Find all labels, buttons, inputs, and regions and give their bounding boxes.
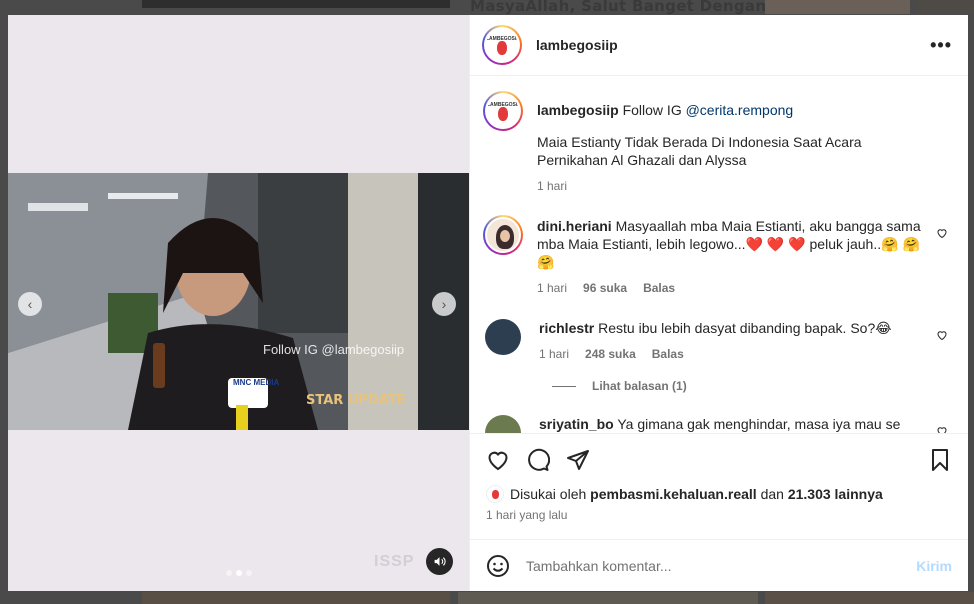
- corner-watermark: ISSP: [374, 553, 415, 570]
- comment-username[interactable]: richlestr: [539, 320, 594, 336]
- background-tile: [918, 0, 974, 14]
- post-media: ‹ › Follow IG @lambegosiip MNC MEDIA STA…: [8, 15, 469, 591]
- post-actions: Disukai oleh pembasmi.kehaluan.reall dan…: [470, 433, 968, 543]
- action-bar: [486, 446, 952, 474]
- background-headline: MasyaAllah, Salut Banget Dengan: [470, 0, 767, 15]
- comment-row: dini.heriani Masyaallah mba Maia Estiant…: [483, 215, 952, 297]
- logo-mascot: [498, 107, 508, 121]
- comment-input[interactable]: [526, 557, 917, 574]
- comment-like-icon[interactable]: [936, 227, 948, 239]
- caption-body: lambegosiip Follow IG @cerita.rempong Ma…: [537, 91, 952, 195]
- comment-bubble-icon[interactable]: [526, 448, 550, 472]
- comment-row: richlestr Restu ibu lebih dasyat dibandi…: [483, 317, 952, 363]
- likes-connector: dan: [760, 486, 784, 502]
- logo-mascot: [497, 41, 507, 55]
- slide-dot-active: [236, 570, 242, 576]
- background-tile: [458, 592, 758, 604]
- slide-dot: [246, 570, 252, 576]
- view-replies-label: Lihat balasan (1): [592, 379, 687, 393]
- comment-meta: 1 hari 96 suka Balas: [537, 279, 924, 297]
- share-paper-plane-icon[interactable]: [566, 448, 590, 472]
- speaker-icon: [434, 557, 446, 566]
- video-brand-watermark: STAR UPDATE: [306, 393, 406, 408]
- replies-divider-line: [552, 385, 576, 387]
- post-modal: ‹ › Follow IG @lambegosiip MNC MEDIA STA…: [8, 15, 968, 591]
- video-overlay-text: Follow IG @lambegosiip: [263, 342, 405, 357]
- sound-toggle-button[interactable]: [426, 548, 453, 575]
- comment-likes[interactable]: 248 suka: [585, 345, 636, 363]
- caption-text: Maia Estianty Tidak Berada Di Indonesia …: [537, 134, 862, 168]
- mic-logo-label: MNC MEDIA: [233, 378, 280, 387]
- commenter-avatar[interactable]: [483, 215, 523, 255]
- caption-time: 1 hari: [537, 179, 568, 193]
- view-replies-button[interactable]: Lihat balasan (1): [552, 379, 952, 393]
- post-header: LAMBEGOSIIP lambegosiip •••: [470, 15, 968, 76]
- chevron-right-icon: ›: [441, 296, 447, 312]
- author-avatar[interactable]: LAMBEGOSIIP: [482, 25, 522, 65]
- emoji-icon[interactable]: [486, 554, 510, 578]
- like-heart-icon[interactable]: [486, 448, 510, 472]
- caption-row: LAMBEGOSIIP lambegosiip Follow IG @cerit…: [483, 91, 952, 195]
- slide-dot: [226, 570, 232, 576]
- comment-like-icon[interactable]: [936, 425, 948, 433]
- comment-reply-button[interactable]: Balas: [652, 345, 684, 363]
- comment-row: sriyatin_bo Ya gimana gak menghindar, ma…: [483, 413, 952, 433]
- more-options-icon[interactable]: •••: [930, 35, 952, 56]
- add-comment-bar: Kirim: [470, 539, 968, 591]
- save-bookmark-icon[interactable]: [928, 448, 952, 472]
- caption-meta: 1 hari: [537, 177, 924, 195]
- likes-summary: Disukai oleh pembasmi.kehaluan.reall dan…: [486, 485, 952, 503]
- caption-username[interactable]: lambegosiip: [537, 102, 619, 118]
- chevron-left-icon: ‹: [27, 296, 33, 312]
- caption-mention-link[interactable]: @cerita.rempong: [686, 102, 794, 118]
- comment-meta: 1 hari 248 suka Balas: [539, 345, 924, 363]
- comment-username[interactable]: sriyatin_bo: [539, 416, 614, 432]
- author-username[interactable]: lambegosiip: [536, 37, 930, 53]
- face-shape: [500, 230, 510, 242]
- background-tile: [142, 592, 450, 604]
- comments-list[interactable]: LAMBEGOSIIP lambegosiip Follow IG @cerit…: [470, 77, 968, 433]
- comment-like-icon[interactable]: [936, 329, 948, 341]
- video-frame[interactable]: [8, 173, 469, 430]
- comment-username[interactable]: dini.heriani: [537, 218, 612, 234]
- background-tile: [765, 0, 910, 14]
- caption-prefix: Follow IG: [622, 102, 682, 118]
- liker-username[interactable]: pembasmi.kehaluan.reall: [590, 486, 757, 502]
- slide-indicator: [226, 570, 252, 576]
- comment-reply-button[interactable]: Balas: [643, 279, 675, 297]
- video-scene: [8, 173, 469, 430]
- comment-text: Restu ibu lebih dasyat dibanding bapak. …: [598, 320, 892, 336]
- comment-likes[interactable]: 96 suka: [583, 279, 627, 297]
- background-tile: [765, 592, 974, 604]
- caption-avatar[interactable]: LAMBEGOSIIP: [483, 91, 523, 131]
- likes-prefix: Disukai oleh: [510, 486, 587, 502]
- background-tile: [142, 0, 450, 8]
- next-slide-button[interactable]: ›: [432, 292, 456, 316]
- post-comment-button[interactable]: Kirim: [916, 558, 952, 574]
- post-details-panel: LAMBEGOSIIP lambegosiip ••• LAMBEGOSIIP: [469, 15, 968, 591]
- previous-slide-button[interactable]: ‹: [18, 292, 42, 316]
- likes-others-link[interactable]: 21.303 lainnya: [788, 486, 883, 502]
- commenter-avatar[interactable]: [485, 319, 521, 355]
- comment-time: 1 hari: [539, 347, 570, 361]
- commenter-avatar[interactable]: [485, 415, 521, 433]
- post-time: 1 hari yang lalu: [486, 508, 568, 522]
- liker-avatar[interactable]: [486, 485, 504, 503]
- comment-body: richlestr Restu ibu lebih dasyat dibandi…: [539, 317, 952, 363]
- comment-body: sriyatin_bo Ya gimana gak menghindar, ma…: [539, 413, 952, 433]
- comment-time: 1 hari: [537, 281, 568, 295]
- comment-body: dini.heriani Masyaallah mba Maia Estiant…: [537, 215, 952, 297]
